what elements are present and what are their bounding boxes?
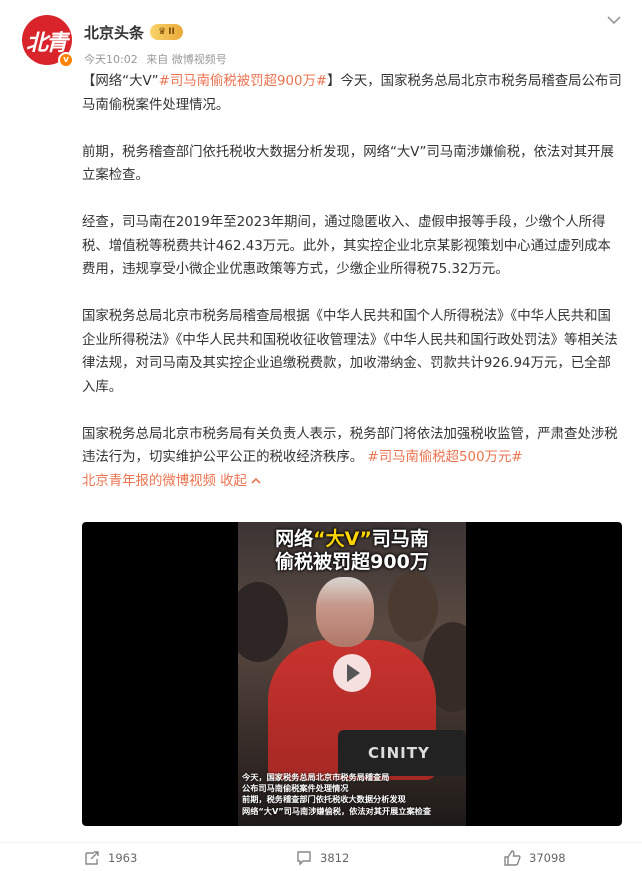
caption-line: 网络“大V”司马南涉嫌偷税，依法对其开展立案检查: [242, 805, 432, 816]
like-count: 37098: [529, 851, 566, 865]
hashtag-link[interactable]: #司马南偷税被罚超900万#: [159, 74, 328, 89]
post-source: 来自 微博视频号: [146, 53, 227, 66]
comment-button[interactable]: 3812: [296, 849, 349, 867]
bracket-open: 【: [82, 74, 96, 89]
paragraph-2: 前期，税务稽查部门依托税收大数据分析发现，网络“大V”司马南涉嫌偷税，依法对其开…: [82, 144, 614, 184]
author-name[interactable]: 北京头条: [84, 22, 144, 43]
video-source-link[interactable]: 北京青年报的微博视频: [82, 474, 216, 489]
background-person: [238, 582, 288, 662]
paragraph-4: 国家税务总局北京市税务局稽查局根据《中华人民共和国个人所得税法》《中华人民共和国…: [82, 309, 618, 395]
comment-count: 3812: [320, 851, 350, 865]
comment-icon: [297, 851, 311, 866]
caption-line: 今天，国家税务总局北京市税务局稽查局: [242, 772, 390, 782]
repost-button[interactable]: 1963: [84, 849, 137, 867]
headline-part-2: 司马南: [371, 528, 429, 550]
background-person: [388, 572, 438, 642]
paragraph-1: 【网络“大V”#司马南偷税被罚超900万#】今天，国家税务总局北京市税务局稽查局…: [82, 70, 622, 117]
video-caption: 今天，国家税务总局北京市税务局稽查局 公布司马南偷税案件处理情况 前期，税务稽查…: [242, 772, 466, 817]
video-player[interactable]: CINITY 网络“大V”司马南 偷税被罚超900万 今天，国家税务总局北京市税…: [82, 522, 622, 826]
crown-icon: ♛: [158, 27, 167, 37]
chevron-down-icon[interactable]: [604, 12, 624, 28]
level-badge: ♛ II: [150, 24, 183, 40]
post-time[interactable]: 今天10:02: [84, 53, 138, 66]
hashtag-link-2[interactable]: #司马南偷税超500万元#: [367, 450, 522, 465]
paragraph-5: 国家税务总局北京市税务局有关负责人表示，税务部门将依法加强税收监管，严肃查处涉税…: [82, 423, 622, 494]
repost-count: 1963: [108, 851, 138, 865]
headline-line-2: 偷税被罚超900万: [275, 551, 429, 573]
action-bar: 1963 3812 37098: [0, 842, 642, 871]
thumbs-up-icon: [504, 850, 521, 866]
headline-quote: “大V”: [313, 528, 372, 550]
headline-part-1: 网络: [275, 528, 314, 550]
caption-line: 公布司马南偷税案件处理情况: [242, 783, 349, 794]
paragraph-5-text: 国家税务总局北京市税务局有关负责人表示，税务部门将依法加强税收监管，严肃查处涉税…: [82, 426, 618, 466]
seat-logo: CINITY: [368, 744, 430, 762]
avatar-logo-text: 北青: [26, 30, 68, 56]
caption-line: 前期，税务稽查部门依托税收大数据分析发现: [242, 794, 406, 805]
play-icon[interactable]: [333, 654, 371, 692]
repost-icon: [85, 851, 99, 865]
paragraph-3: 经查，司马南在2019年至2023年期间，通过隐匿收入、虚假申报等手段，少缴个人…: [82, 215, 611, 277]
level-text: II: [168, 27, 175, 37]
like-button[interactable]: 37098: [504, 849, 566, 867]
collapse-label: 收起: [220, 473, 247, 489]
post-meta: 今天10:02 来自 微博视频号: [84, 51, 232, 67]
video-headline: 网络“大V”司马南 偷税被罚超900万: [238, 528, 466, 574]
post-text: 【网络“大V”#司马南偷税被罚超900万#】今天，国家税务总局北京市税务局稽查局…: [82, 70, 622, 493]
collapse-button[interactable]: 收起: [220, 474, 262, 489]
verified-badge-icon: v: [58, 52, 74, 68]
hashtag-prefix: 网络“大V”: [95, 74, 159, 89]
chevron-up-icon: [251, 477, 261, 484]
speaker-head: [316, 577, 374, 647]
post-header: 北青 v 北京头条 ♛ II 今天10:02 来自 微博视频号: [0, 0, 642, 80]
